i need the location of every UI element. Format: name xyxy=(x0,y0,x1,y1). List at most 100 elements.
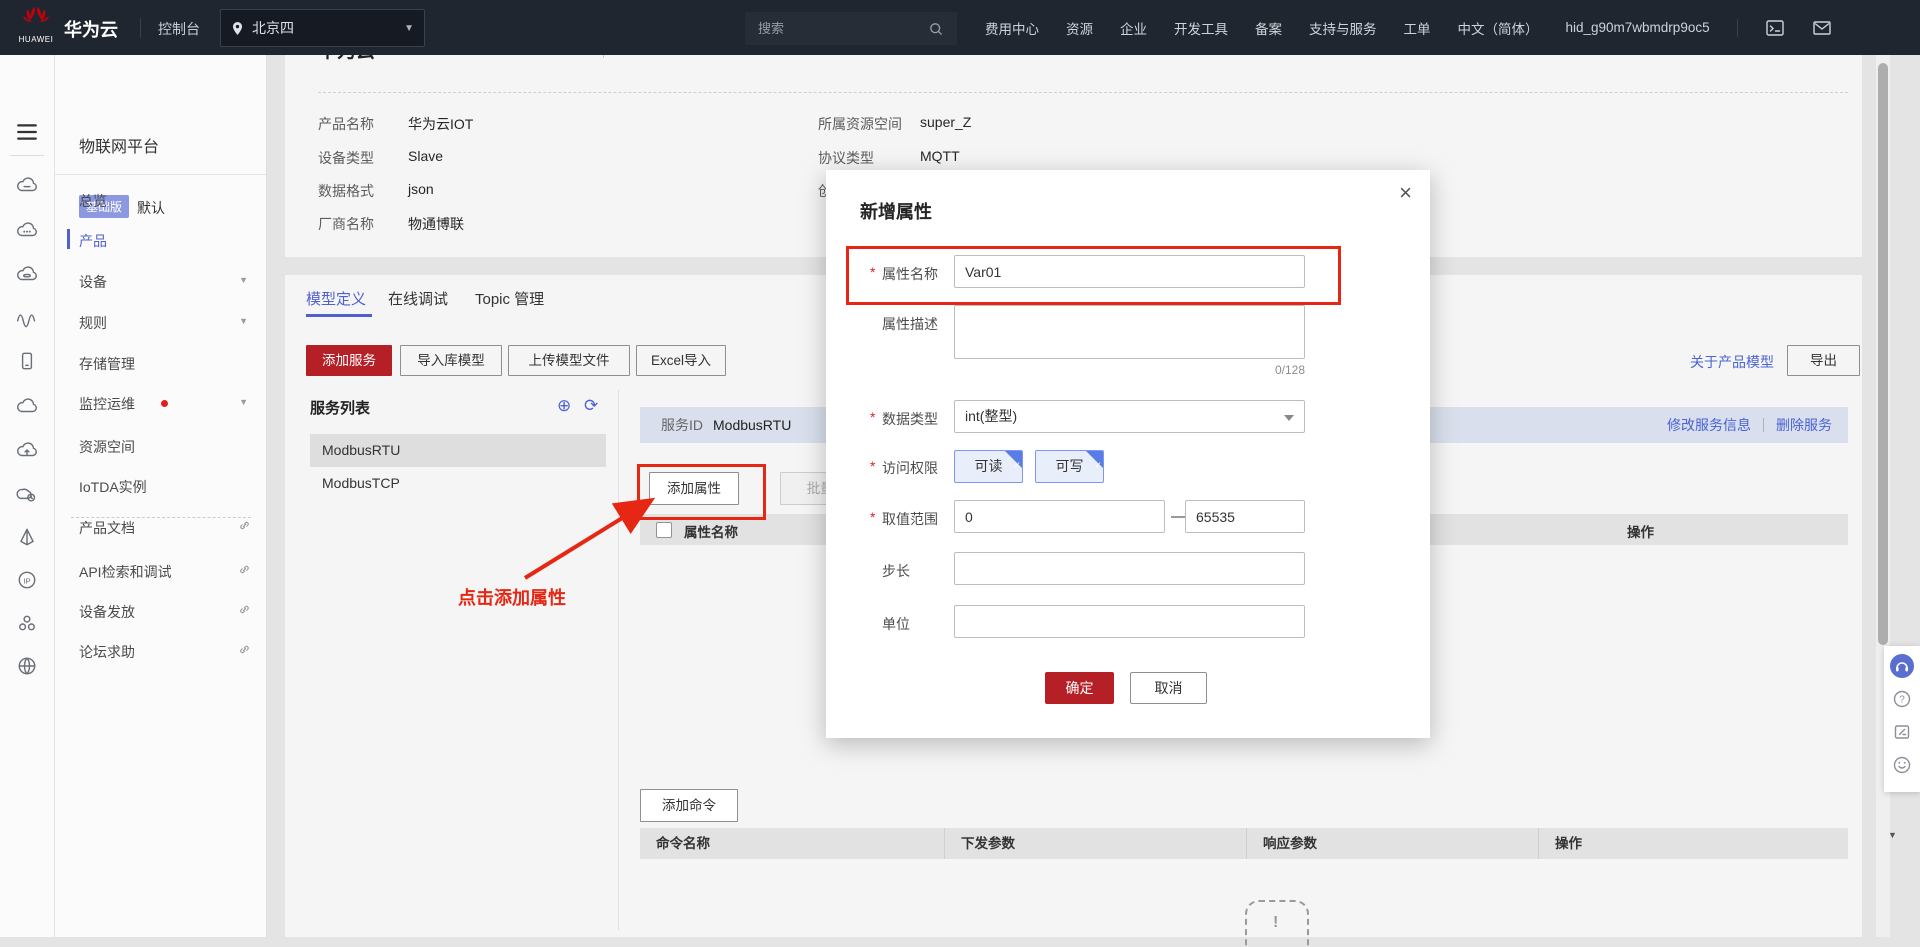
search-input[interactable] xyxy=(756,20,920,37)
menu-support[interactable]: 支持与服务 xyxy=(1309,18,1377,38)
sidebar-item-api[interactable]: API检索和调试 xyxy=(55,558,266,584)
writable-toggle[interactable]: 可写 ✓ xyxy=(1035,450,1104,483)
cloud-server-icon[interactable] xyxy=(16,174,38,196)
command-action-header: 操作 xyxy=(1539,828,1848,859)
service-list-item[interactable]: ModbusRTU xyxy=(310,434,606,467)
confirm-button[interactable]: 确定 xyxy=(1045,672,1114,704)
cloud-clock-icon[interactable] xyxy=(16,483,38,505)
modify-service-link[interactable]: 修改服务信息 xyxy=(1667,415,1751,435)
annotation-box-add-property xyxy=(637,464,766,520)
sidebar-item-rules[interactable]: 规则▼ xyxy=(55,309,266,335)
active-tab-underline xyxy=(306,314,372,317)
property-desc-textarea[interactable] xyxy=(954,305,1305,359)
tab-model-definition[interactable]: 模型定义 xyxy=(306,288,366,309)
terminal-icon[interactable] xyxy=(1765,18,1785,38)
add-service-button[interactable]: 添加服务 xyxy=(306,345,392,376)
about-product-model-link[interactable]: 关于产品模型 xyxy=(1690,352,1774,372)
chevron-down-icon: ▼ xyxy=(239,316,248,326)
select-all-checkbox[interactable] xyxy=(656,522,672,538)
data-type-value: int(整型) xyxy=(965,408,1017,424)
field-label: 协议类型 xyxy=(818,148,874,168)
service-id-value: ModbusRTU xyxy=(713,417,791,433)
cancel-button[interactable]: 取消 xyxy=(1130,672,1207,704)
account-id[interactable]: hid_g90m7wbmdrp9oc5 xyxy=(1566,20,1710,35)
console-link[interactable]: 控制台 xyxy=(158,19,200,39)
send-params-header: 下发参数 xyxy=(945,828,1247,859)
import-library-model-button[interactable]: 导入库模型 xyxy=(400,345,502,376)
menu-ticket[interactable]: 工单 xyxy=(1404,18,1431,38)
menu-icon[interactable] xyxy=(16,121,38,143)
upload-model-file-button[interactable]: 上传模型文件 xyxy=(508,345,630,376)
menu-language[interactable]: 中文（简体） xyxy=(1458,18,1539,38)
globe-icon[interactable] xyxy=(16,655,38,677)
close-icon[interactable]: × xyxy=(1399,180,1412,206)
export-button[interactable]: 导出 xyxy=(1787,345,1860,376)
sidebar-item-monitor[interactable]: 监控运维▼ xyxy=(55,390,266,416)
delete-service-link[interactable]: 删除服务 xyxy=(1776,415,1832,435)
data-type-row: * 数据类型 int(整型) xyxy=(826,400,1430,435)
feedback-icon[interactable] xyxy=(1890,720,1914,744)
prism-icon[interactable] xyxy=(16,526,38,548)
field-label: 厂商名称 xyxy=(318,214,374,234)
field-value: Slave xyxy=(408,148,443,164)
empty-state-icon xyxy=(1245,900,1309,947)
device-icon[interactable] xyxy=(16,350,38,372)
region-selector[interactable]: 北京四 ▼ xyxy=(220,9,425,47)
readable-toggle[interactable]: 可读 ✓ xyxy=(954,450,1023,483)
ip-icon[interactable]: IP xyxy=(16,569,38,591)
field-value: json xyxy=(408,181,434,197)
sidebar-item-overview[interactable]: 总览 xyxy=(55,187,266,213)
menu-billing[interactable]: 费用中心 xyxy=(985,18,1039,38)
sidebar-title: 物联网平台 xyxy=(79,133,159,157)
range-dash: — xyxy=(1171,508,1186,525)
data-type-select[interactable]: int(整型) xyxy=(954,400,1305,433)
sidebar-item-provisioning[interactable]: 设备发放 xyxy=(55,598,266,624)
waveform-icon[interactable] xyxy=(16,306,38,328)
response-params-header: 响应参数 xyxy=(1247,828,1539,859)
search-icon[interactable] xyxy=(928,21,944,37)
scrollbar-thumb[interactable] xyxy=(1878,63,1888,645)
sidebar-item-product[interactable]: 产品 xyxy=(55,227,266,253)
cluster-icon[interactable] xyxy=(16,612,38,634)
page-scrollbar[interactable] xyxy=(1876,55,1890,937)
external-link-icon xyxy=(237,602,252,620)
icon-rail: IP xyxy=(0,55,55,937)
sidebar-item-forum[interactable]: 论坛求助 xyxy=(55,638,266,664)
unit-input[interactable] xyxy=(954,605,1305,638)
annotation-text: 点击添加属性 xyxy=(458,584,566,610)
range-max-input[interactable] xyxy=(1185,500,1305,533)
external-link-icon xyxy=(237,642,252,660)
cloud-dots-icon[interactable] xyxy=(16,219,38,241)
add-service-icon[interactable]: ⊕ xyxy=(557,396,571,416)
add-command-button[interactable]: 添加命令 xyxy=(640,789,738,822)
menu-resources[interactable]: 资源 xyxy=(1066,18,1093,38)
customer-service-icon[interactable] xyxy=(1890,654,1914,678)
tab-topic-manage[interactable]: Topic 管理 xyxy=(475,288,544,309)
sidebar-item-resource-space[interactable]: 资源空间 xyxy=(55,433,266,459)
refresh-icon[interactable]: ⟳ xyxy=(584,396,598,416)
service-list-item[interactable]: ModbusTCP xyxy=(310,467,606,500)
sidebar-item-storage[interactable]: 存储管理 xyxy=(55,350,266,376)
floating-help-panel: ? xyxy=(1884,646,1920,792)
mail-icon[interactable] xyxy=(1812,18,1832,38)
menu-icp[interactable]: 备案 xyxy=(1255,18,1282,38)
excel-import-button[interactable]: Excel导入 xyxy=(636,345,726,376)
smiley-icon[interactable] xyxy=(1890,753,1914,777)
menu-enterprise[interactable]: 企业 xyxy=(1120,18,1147,38)
service-item-label: ModbusRTU xyxy=(322,442,400,458)
help-icon[interactable]: ? xyxy=(1890,687,1914,711)
range-min-input[interactable] xyxy=(954,500,1165,533)
sidebar-item-iotda[interactable]: IoTDA实例 xyxy=(55,473,266,499)
sidebar-item-docs[interactable]: 产品文档 xyxy=(55,514,266,540)
search-box[interactable] xyxy=(745,12,957,45)
scroll-down-icon[interactable]: ▼ xyxy=(1888,830,1897,840)
tab-online-debug[interactable]: 在线调试 xyxy=(388,288,448,309)
field-label: 所属资源空间 xyxy=(818,114,902,134)
huawei-logo[interactable]: HUAWEI xyxy=(14,6,58,44)
cloud-disk-icon[interactable] xyxy=(16,263,38,285)
sidebar-item-device[interactable]: 设备▼ xyxy=(55,268,266,294)
step-input[interactable] xyxy=(954,552,1305,585)
menu-devtools[interactable]: 开发工具 xyxy=(1174,18,1228,38)
cloud-upload-icon[interactable] xyxy=(16,439,38,461)
cloud-icon[interactable] xyxy=(16,395,38,417)
